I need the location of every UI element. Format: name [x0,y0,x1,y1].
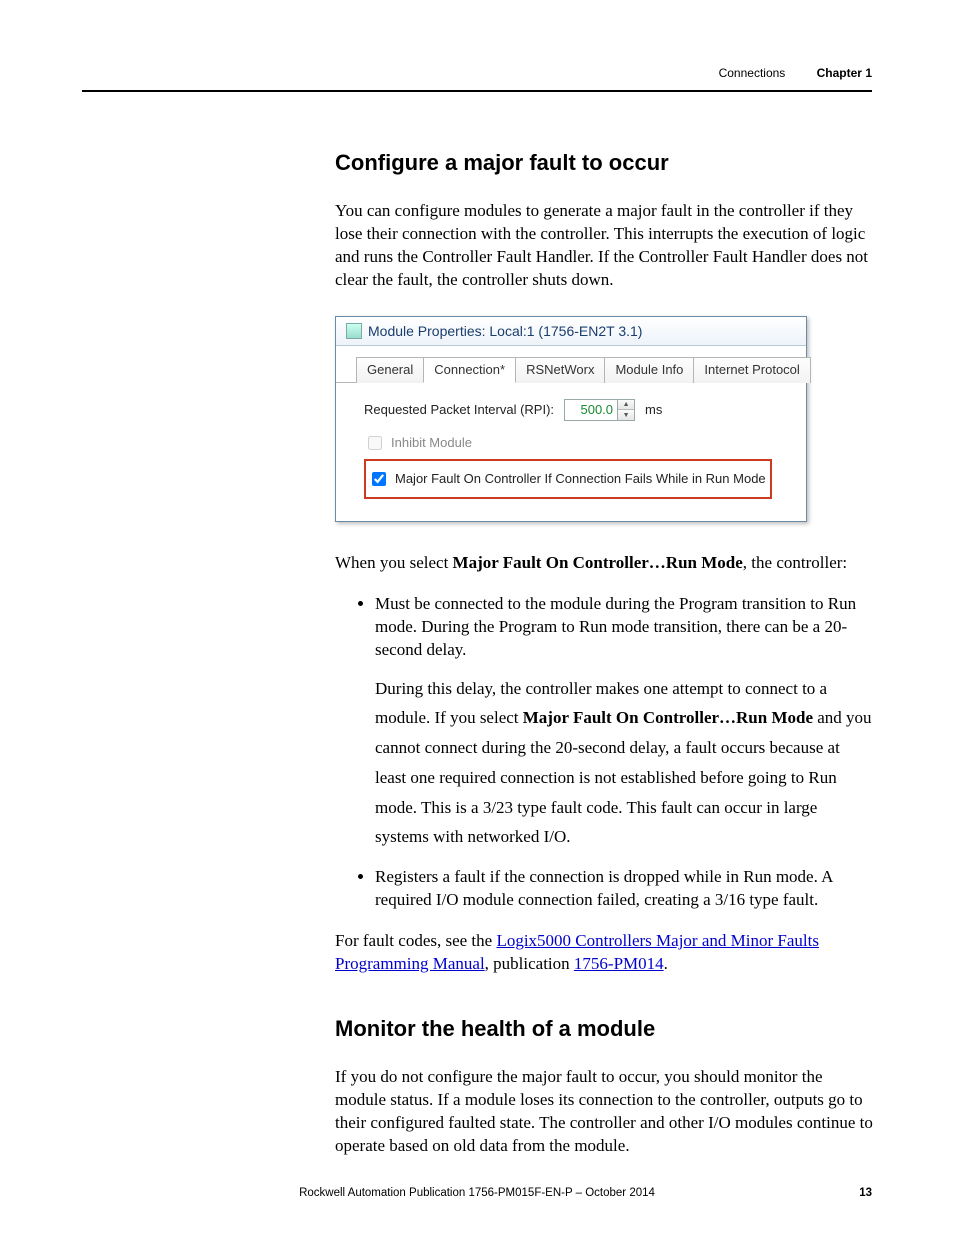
tab-general[interactable]: General [356,357,424,383]
monitor-paragraph: If you do not configure the major fault … [335,1066,875,1158]
module-properties-dialog: Module Properties: Local:1 (1756-EN2T 3.… [335,316,807,522]
rpi-row: Requested Packet Interval (RPI): ▲ ▼ ms [364,399,792,421]
inhibit-module-checkbox[interactable] [368,436,382,450]
list-item-delay-detail: During this delay, the controller makes … [375,674,875,853]
link-publication-number[interactable]: 1756-PM014 [574,954,664,973]
behavior-list: Must be connected to the module during t… [335,593,875,912]
inhibit-module-label: Inhibit Module [391,435,472,450]
bold-major-fault-1: Major Fault On Controller…Run Mode [453,553,743,572]
rpi-spinner[interactable]: ▲ ▼ [564,399,635,421]
major-fault-checkbox[interactable] [372,472,386,486]
rpi-stepper[interactable]: ▲ ▼ [618,399,635,421]
rpi-label: Requested Packet Interval (RPI): [364,402,554,417]
rpi-unit: ms [645,402,662,417]
window-icon [346,323,362,339]
dialog-titlebar: Module Properties: Local:1 (1756-EN2T 3.… [336,317,806,346]
main-content: Configure a major fault to occur You can… [335,150,875,1176]
inhibit-module-row: Inhibit Module [364,433,792,453]
heading-monitor-health: Monitor the health of a module [335,1016,875,1042]
tab-internet-protocol[interactable]: Internet Protocol [693,357,810,383]
screenshot-wrapper: Module Properties: Local:1 (1756-EN2T 3.… [335,316,875,522]
tab-rsnetworx[interactable]: RSNetWorx [515,357,605,383]
tab-connection[interactable]: Connection* [423,357,516,383]
footer-publication: Rockwell Automation Publication 1756-PM0… [0,1187,954,1199]
monitor-section: Monitor the health of a module If you do… [335,1016,875,1158]
major-fault-highlight: Major Fault On Controller If Connection … [364,459,772,499]
header-section: Connections [719,66,786,80]
chevron-up-icon[interactable]: ▲ [618,400,634,410]
list-item-connected: Must be connected to the module during t… [375,593,875,852]
header-chapter: Chapter 1 [817,66,872,80]
intro-paragraph: You can configure modules to generate a … [335,200,875,292]
dialog-title: Module Properties: Local:1 (1756-EN2T 3.… [368,323,642,339]
fault-codes-paragraph: For fault codes, see the Logix5000 Contr… [335,930,875,976]
heading-configure-major-fault: Configure a major fault to occur [335,150,875,176]
running-header: Connections Chapter 1 [0,66,954,80]
when-select-paragraph: When you select Major Fault On Controlle… [335,552,875,575]
footer-page-number: 13 [859,1187,872,1199]
connection-panel: Requested Packet Interval (RPI): ▲ ▼ ms [336,383,806,521]
bold-major-fault-2: Major Fault On Controller…Run Mode [523,708,813,727]
list-item-registers-fault: Registers a fault if the connection is d… [375,866,875,912]
header-rule [82,90,872,92]
tab-bar: General Connection* RSNetWorx Module Inf… [336,346,806,382]
page: Connections Chapter 1 Configure a major … [0,0,954,1235]
major-fault-label: Major Fault On Controller If Connection … [395,471,766,486]
rpi-input[interactable] [564,399,618,421]
chevron-down-icon[interactable]: ▼ [618,409,634,420]
major-fault-row: Major Fault On Controller If Connection … [368,469,766,489]
tab-module-info[interactable]: Module Info [604,357,694,383]
